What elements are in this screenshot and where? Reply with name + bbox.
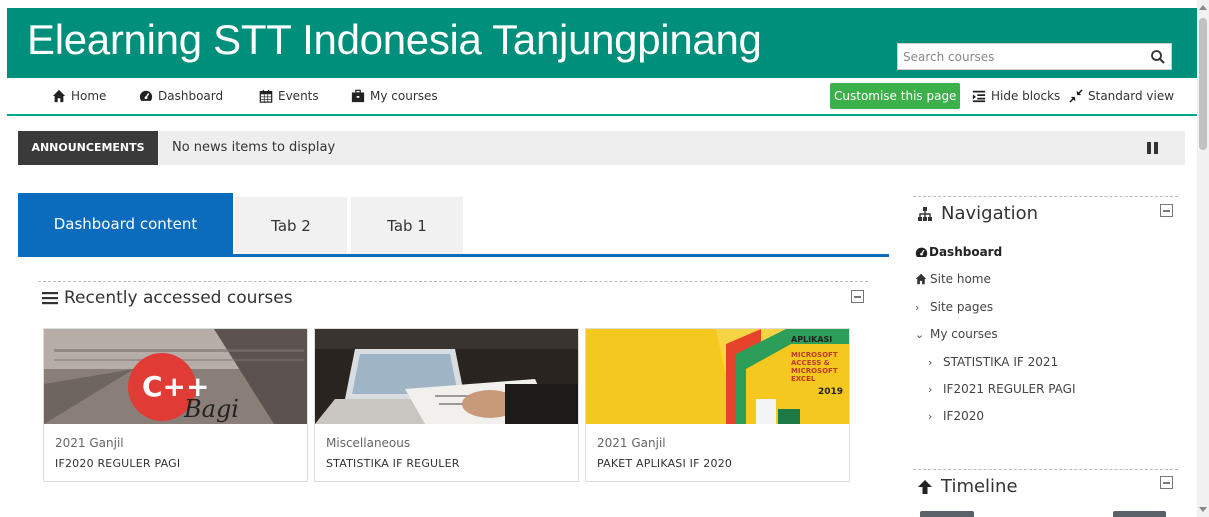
aplikasi-text: APLIKASI xyxy=(791,335,832,344)
timeline-filter-button[interactable] xyxy=(920,511,974,517)
home-icon xyxy=(915,273,927,285)
indent-icon xyxy=(972,90,986,103)
nav-tree-site-pages[interactable]: › Site pages xyxy=(915,300,993,314)
course-name[interactable]: PAKET APLIKASI IF 2020 xyxy=(597,457,732,470)
standard-view-label: Standard view xyxy=(1088,89,1175,103)
dashboard-icon xyxy=(139,90,153,101)
nav-home[interactable]: Home xyxy=(52,89,106,103)
course-image: C++ Bagi xyxy=(44,329,307,424)
announcements-bar: ANNOUNCEMENTS No news items to display xyxy=(18,131,1185,165)
nav-tree-my-courses-label: My courses xyxy=(930,327,998,341)
tab-dashboard-content[interactable]: Dashboard content xyxy=(18,193,233,254)
nav-my-courses[interactable]: My courses xyxy=(351,89,438,103)
course-name[interactable]: STATISTIKA IF REGULER xyxy=(326,457,460,470)
course-card[interactable]: C++ Bagi 2021 Ganjil IF2020 REGULER PAGI xyxy=(43,328,308,482)
dashboard-icon xyxy=(915,247,928,257)
chevron-right-icon: › xyxy=(928,409,933,423)
collapse-navigation-icon[interactable] xyxy=(1160,204,1173,217)
nav-tree-dashboard-label: Dashboard xyxy=(929,245,1003,259)
tab-2[interactable]: Tab 2 xyxy=(235,197,347,254)
hide-blocks-label: Hide blocks xyxy=(991,89,1061,103)
search-icon[interactable] xyxy=(1150,49,1166,65)
chevron-right-icon: › xyxy=(928,355,933,369)
course-image xyxy=(315,329,578,424)
recent-courses-title-text: Recently accessed courses xyxy=(64,288,293,308)
tab-1[interactable]: Tab 1 xyxy=(351,197,463,254)
timeline-title-text: Timeline xyxy=(941,476,1018,497)
collapse-timeline-icon[interactable] xyxy=(1160,476,1173,489)
course-category: 2021 Ganjil xyxy=(597,436,666,450)
collapse-recent-courses-icon[interactable] xyxy=(851,290,864,303)
nav-home-label: Home xyxy=(71,89,107,103)
ms-excel-text-2: EXCEL xyxy=(791,375,816,383)
nav-tree-course-label: IF2020 xyxy=(943,409,984,423)
nav-dashboard[interactable]: Dashboard xyxy=(139,89,223,103)
navigation-title-text: Navigation xyxy=(941,203,1039,224)
announcements-label: ANNOUNCEMENTS xyxy=(18,131,158,165)
briefcase-icon xyxy=(351,89,365,103)
nav-tree-site-pages-label: Site pages xyxy=(930,300,994,314)
nav-my-courses-label: My courses xyxy=(370,89,438,103)
course-name[interactable]: IF2020 REGULER PAGI xyxy=(55,457,180,470)
calendar-icon xyxy=(259,89,273,103)
timeline-block-title: Timeline xyxy=(917,476,1018,497)
standard-view-button[interactable]: Standard view xyxy=(1069,89,1174,103)
customise-page-button[interactable]: Customise this page xyxy=(830,83,961,109)
nav-tree-course[interactable]: › IF2020 xyxy=(928,409,984,423)
site-title[interactable]: Elearning STT Indonesia Tanjungpinang xyxy=(27,16,762,64)
sitemap-icon xyxy=(918,206,932,221)
nav-tree-course[interactable]: › STATISTIKA IF 2021 xyxy=(928,355,1058,369)
site-header: Elearning STT Indonesia Tanjungpinang xyxy=(7,8,1197,78)
scroll-down-arrow-icon[interactable] xyxy=(1199,507,1207,512)
arrow-up-icon xyxy=(918,479,932,494)
compress-icon xyxy=(1069,89,1083,103)
scroll-thumb[interactable] xyxy=(1199,18,1207,150)
nav-tree-site-home[interactable]: Site home xyxy=(915,272,991,286)
announcements-text: No news items to display xyxy=(172,140,336,155)
nav-tree-dashboard[interactable]: Dashboard xyxy=(915,245,1002,259)
timeline-sort-button[interactable] xyxy=(1113,511,1166,517)
course-card[interactable]: APLIKASI MICROSOFT ACCESS & MICROSOFT EX… xyxy=(585,328,850,482)
ms-access-text-2: ACCESS & xyxy=(791,359,830,367)
nav-events-label: Events xyxy=(278,89,319,103)
navigation-separator xyxy=(913,196,1178,197)
nav-tree-site-home-label: Site home xyxy=(930,272,991,286)
chevron-down-icon: ⌄ xyxy=(915,327,925,341)
ms-access-text-1: MICROSOFT xyxy=(791,351,838,359)
nav-events[interactable]: Events xyxy=(259,89,319,103)
page-scrollbar[interactable] xyxy=(1197,0,1209,517)
nav-tree-course[interactable]: › IF2021 REGULER PAGI xyxy=(928,382,1076,396)
timeline-separator xyxy=(913,469,1178,470)
nav-tree-my-courses[interactable]: ⌄ My courses xyxy=(915,327,998,341)
chevron-right-icon: › xyxy=(915,300,920,314)
list-icon xyxy=(42,292,58,305)
chevron-right-icon: › xyxy=(928,382,933,396)
course-image: APLIKASI MICROSOFT ACCESS & MICROSOFT EX… xyxy=(586,329,849,424)
pause-icon[interactable] xyxy=(1147,142,1158,154)
bagi-text: Bagi xyxy=(183,395,239,423)
year-text: 2019 xyxy=(818,387,843,397)
home-icon xyxy=(52,89,66,103)
block-separator xyxy=(38,281,868,282)
navigation-block-title: Navigation xyxy=(917,203,1038,224)
nav-tree-course-label: IF2021 REGULER PAGI xyxy=(943,382,1076,396)
dashboard-tabs: Dashboard content Tab 2 Tab 1 xyxy=(18,193,889,257)
nav-dashboard-label: Dashboard xyxy=(158,89,224,103)
hide-blocks-button[interactable]: Hide blocks xyxy=(972,89,1060,103)
recent-courses-title: Recently accessed courses xyxy=(42,288,293,308)
main-navbar: Home Dashboard Events My courses Customi… xyxy=(7,78,1197,116)
search-input[interactable] xyxy=(898,44,1138,69)
search-box xyxy=(897,43,1172,70)
nav-tree-course-label: STATISTIKA IF 2021 xyxy=(943,355,1059,369)
course-card[interactable]: Miscellaneous STATISTIKA IF REGULER xyxy=(314,328,579,482)
course-category: 2021 Ganjil xyxy=(55,436,124,450)
course-category: Miscellaneous xyxy=(326,436,411,450)
scroll-up-arrow-icon[interactable] xyxy=(1199,5,1207,10)
ms-excel-text-1: MICROSOFT xyxy=(791,367,838,375)
